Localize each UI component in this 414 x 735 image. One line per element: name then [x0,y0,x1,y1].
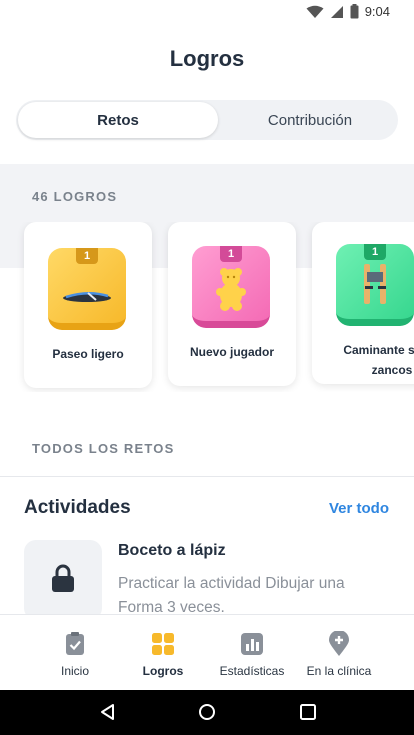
nav-item-logros[interactable]: Logros [132,615,194,691]
gummy-bear-icon [216,268,246,311]
bottom-navigation: Inicio Logros Estadísticas En la clínica [0,614,414,690]
achievement-title: Caminante sobre zancos [343,343,414,377]
tab-retos[interactable]: Retos [18,102,218,138]
activity-thumbnail[interactable] [24,540,102,620]
status-icons: 9:04 [306,4,390,19]
achievement-title: Nuevo jugador [189,345,274,359]
activity-title[interactable]: Boceto a lápiz [118,542,226,560]
nav-label: Estadísticas [219,664,285,678]
achievements-carousel[interactable]: 1 Paseo ligero 1 Nuevo jugador 1 Caminan… [0,222,414,392]
nav-item-en-la-clinica[interactable]: En la clínica [304,615,374,691]
nav-label: Logros [142,664,184,678]
all-challenges-label: TODOS LOS RETOS [32,441,175,456]
nav-label: Inicio [60,664,89,678]
segmented-control: Retos Contribución [16,100,398,140]
achievements-icon [152,633,174,655]
see-all-link[interactable]: Ver todo [329,500,389,517]
achievement-card[interactable]: 1 Paseo ligero [24,222,152,388]
tab-contribucion[interactable]: Contribución [222,102,398,138]
clipboard-check-icon [66,632,84,655]
achievement-badge: 1 [336,244,414,326]
status-time: 9:04 [364,4,390,19]
system-navigation-bar [0,690,414,735]
stilts-icon [364,264,386,304]
location-plus-icon [329,631,349,656]
lock-icon [52,564,74,592]
achievement-badge: 1 [48,248,126,330]
battery-icon [350,4,359,19]
recents-icon[interactable] [298,702,318,722]
nav-label: En la clínica [306,664,372,678]
back-icon[interactable] [98,702,118,722]
signal-icon [330,5,343,18]
activity-description: Practicar la actividad Dibujar una Forma… [118,575,345,616]
nav-item-inicio[interactable]: Inicio [45,615,105,691]
activities-heading: Actividades [24,497,131,518]
home-icon[interactable] [197,702,217,722]
achievement-card[interactable]: 1 Nuevo jugador [168,222,296,386]
achievement-card[interactable]: 1 Caminante sobre zancos [312,222,414,384]
wifi-icon [306,5,324,18]
achievement-badge: 1 [192,246,270,328]
page-title: Logros [169,46,245,71]
divider [0,476,414,477]
flip-flop-icon [63,292,111,302]
nav-item-estadisticas[interactable]: Estadísticas [212,615,292,691]
status-bar: 9:04 [0,0,414,24]
achievement-title: Paseo ligero [52,347,124,361]
bar-chart-icon [241,633,263,655]
achievements-count: 46 LOGROS [32,189,118,204]
